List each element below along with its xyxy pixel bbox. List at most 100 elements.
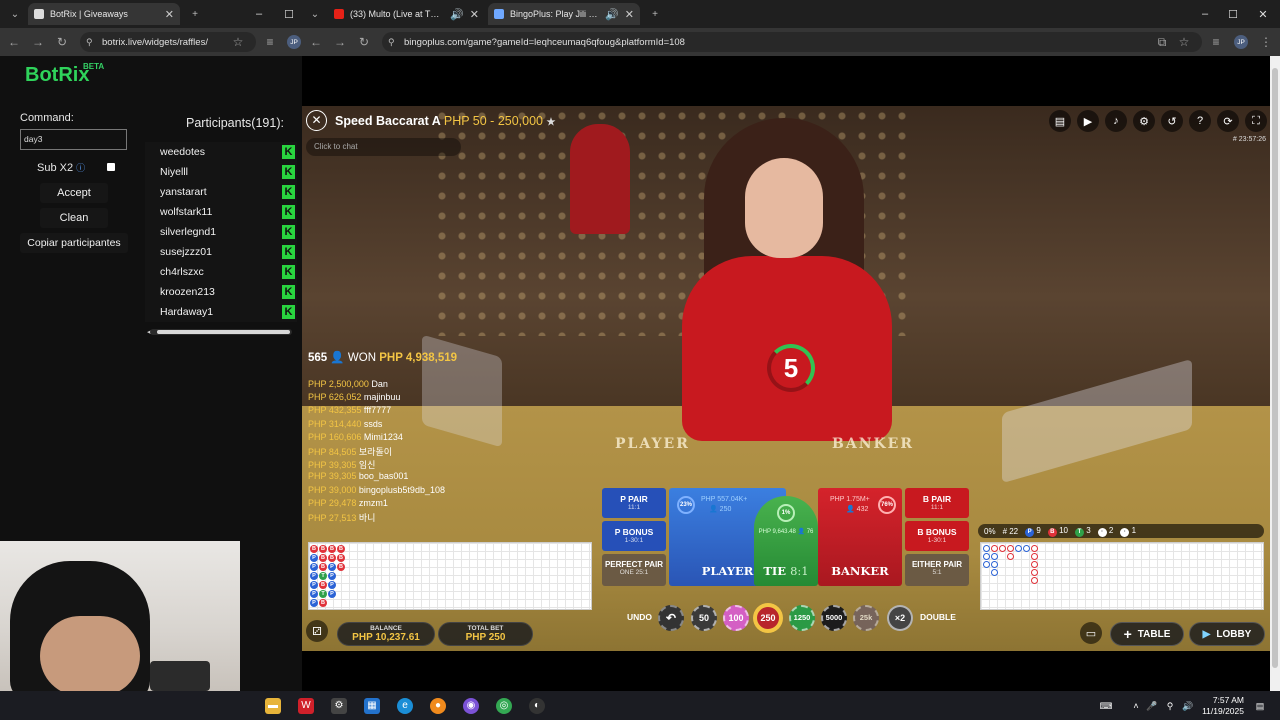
maximize-icon[interactable]: ☐: [1224, 5, 1242, 23]
bookmark-star-icon[interactable]: ☆: [230, 34, 246, 50]
total-bet-display: TOTAL BET PHP 250: [438, 622, 533, 646]
close-game-icon[interactable]: ✕: [306, 110, 327, 131]
kick-icon: K: [282, 225, 295, 239]
list-item: kroozen213 K: [145, 282, 297, 302]
undo-icon[interactable]: ↶: [658, 605, 684, 631]
scrollbar-thumb[interactable]: [157, 330, 290, 334]
p-bonus-bet[interactable]: P BONUS 1-30:1: [602, 521, 666, 551]
app-icon[interactable]: ●: [430, 698, 446, 714]
perfect-pair-bet[interactable]: PERFECT PAIR ONE 25:1: [602, 554, 666, 586]
reload-icon[interactable]: ↻: [54, 34, 70, 50]
sub-x2-checkbox[interactable]: [107, 163, 115, 171]
calculator-icon[interactable]: ▦: [364, 698, 380, 714]
youtube-favicon-icon: [334, 9, 344, 19]
bingoplus-favicon-icon: [494, 9, 504, 19]
winner-row: PHP 84,505 보라돌이: [308, 447, 393, 457]
file-explorer-icon[interactable]: ▬: [265, 698, 281, 714]
close-tab-icon[interactable]: ✕: [470, 8, 479, 21]
mic-icon[interactable]: 🎤: [1144, 698, 1160, 714]
forward-icon[interactable]: →: [30, 34, 46, 50]
info-icon[interactable]: ⓘ: [76, 163, 85, 173]
keyboard-icon[interactable]: ⌨: [1098, 698, 1114, 714]
install-app-icon[interactable]: ⧉: [1154, 34, 1170, 50]
chip-25k[interactable]: 25k: [853, 605, 879, 631]
chat-bubble-icon[interactable]: ▭: [1080, 622, 1102, 644]
notification-icon[interactable]: ▤: [1252, 698, 1268, 714]
close-window-icon[interactable]: ✕: [1254, 5, 1272, 23]
p-pair-bet[interactable]: P PAIR 11:1: [602, 488, 666, 518]
back-icon[interactable]: ←: [6, 34, 22, 50]
table-button[interactable]: + TABLE: [1110, 622, 1184, 646]
tab-search-icon[interactable]: ⌄: [6, 5, 24, 23]
new-tab-icon[interactable]: +: [186, 5, 204, 23]
site-info-icon[interactable]: ⚲: [86, 37, 93, 48]
minimize-icon[interactable]: –: [250, 5, 268, 23]
tab-botrix[interactable]: BotRix | Giveaways ✕: [28, 3, 180, 25]
chrome-icon[interactable]: ◎: [496, 698, 512, 714]
chip-50[interactable]: 50: [691, 605, 717, 631]
site-info-icon[interactable]: ⚲: [388, 37, 395, 48]
new-tab-icon[interactable]: +: [646, 5, 664, 23]
chips-menu-icon[interactable]: ⚂: [306, 620, 328, 642]
discord-icon[interactable]: ◉: [463, 698, 479, 714]
b-pair-bet[interactable]: B PAIR 11:1: [905, 488, 969, 518]
settings-app-icon[interactable]: ⚙: [331, 698, 347, 714]
fullscreen-icon[interactable]: ⛶: [1245, 110, 1267, 132]
copy-participants-button[interactable]: Copiar participantes: [20, 233, 128, 253]
maximize-icon[interactable]: ☐: [280, 5, 298, 23]
tab-search-icon[interactable]: ⌄: [306, 5, 324, 23]
back-icon[interactable]: ←: [308, 34, 324, 50]
chip-5000[interactable]: 5000: [821, 605, 847, 631]
menu-kebab-icon[interactable]: ⋮: [1258, 34, 1274, 50]
edge-icon[interactable]: e: [397, 698, 413, 714]
tie-bet[interactable]: 1% PHP 9,643.48 👤 76 TIE 8:1: [754, 496, 818, 586]
close-tab-icon[interactable]: ✕: [165, 8, 174, 21]
minimize-icon[interactable]: –: [1196, 5, 1214, 23]
winner-row: PHP 314,440 ssds: [308, 418, 383, 429]
network-icon[interactable]: ⚲: [1162, 698, 1178, 714]
b-bonus-bet[interactable]: B BONUS 1-30:1: [905, 521, 969, 551]
chat-icon[interactable]: ▤: [1049, 110, 1071, 132]
sound-icon[interactable]: ♪: [1105, 110, 1127, 132]
scrollbar-thumb[interactable]: [1272, 68, 1278, 668]
chat-input[interactable]: Click to chat: [306, 138, 461, 156]
video-icon[interactable]: ▶: [1077, 110, 1099, 132]
close-tab-icon[interactable]: ✕: [625, 8, 634, 21]
double-icon[interactable]: ×2: [887, 605, 913, 631]
tray-arrow-icon[interactable]: ˄: [1128, 698, 1144, 714]
clean-button[interactable]: Clean: [40, 208, 108, 228]
audio-icon[interactable]: 🔊: [605, 8, 619, 21]
tab-bingoplus[interactable]: BingoPlus: Play Jili SuperAce 🔊 ✕: [488, 3, 640, 25]
settings-gear-icon[interactable]: ⚙: [1133, 110, 1155, 132]
reload-icon[interactable]: ↻: [356, 34, 372, 50]
list-item: silverlegnd1 K: [145, 222, 297, 242]
bookmark-star-icon[interactable]: ☆: [1176, 34, 1192, 50]
accept-button[interactable]: Accept: [40, 183, 108, 203]
system-clock[interactable]: 7:57 AM 11/19/2025: [1202, 695, 1244, 717]
command-input[interactable]: day3: [20, 129, 127, 150]
reading-list-icon[interactable]: ≡: [262, 34, 278, 50]
profile-avatar[interactable]: JP: [287, 35, 301, 49]
volume-icon[interactable]: 🔊: [1180, 698, 1196, 714]
profile-avatar[interactable]: JP: [1234, 35, 1248, 49]
chip-250-selected[interactable]: 250: [755, 605, 781, 631]
history-icon[interactable]: ↺: [1161, 110, 1183, 132]
page-scrollbar[interactable]: [1270, 56, 1280, 691]
bead-marker: B: [319, 545, 327, 553]
chip-100[interactable]: 100: [723, 605, 749, 631]
either-pair-bet[interactable]: EITHER PAIR 5:1: [905, 554, 969, 586]
chip-1250[interactable]: 1250: [789, 605, 815, 631]
forward-icon[interactable]: →: [332, 34, 348, 50]
refresh-icon[interactable]: ⟳: [1217, 110, 1239, 132]
participants-scrollbar[interactable]: [150, 329, 292, 335]
banker-bet[interactable]: PHP 1.75M+ 👤 432 76% BANKER: [818, 488, 902, 586]
favorite-star-icon[interactable]: ★: [547, 117, 556, 128]
lobby-button[interactable]: ▶ LOBBY: [1189, 622, 1265, 646]
audio-icon[interactable]: 🔊: [450, 8, 464, 21]
obs-icon[interactable]: ◐: [529, 698, 545, 714]
reading-list-icon[interactable]: ≡: [1208, 34, 1224, 50]
help-icon[interactable]: ?: [1189, 110, 1211, 132]
url-field[interactable]: ⚲ bingoplus.com/game?gameId=leqhceumaq6q…: [382, 32, 1202, 52]
tab-youtube[interactable]: (33) Multo (Live at The Coz 🔊 ✕: [328, 3, 485, 25]
wps-icon[interactable]: W: [298, 698, 314, 714]
